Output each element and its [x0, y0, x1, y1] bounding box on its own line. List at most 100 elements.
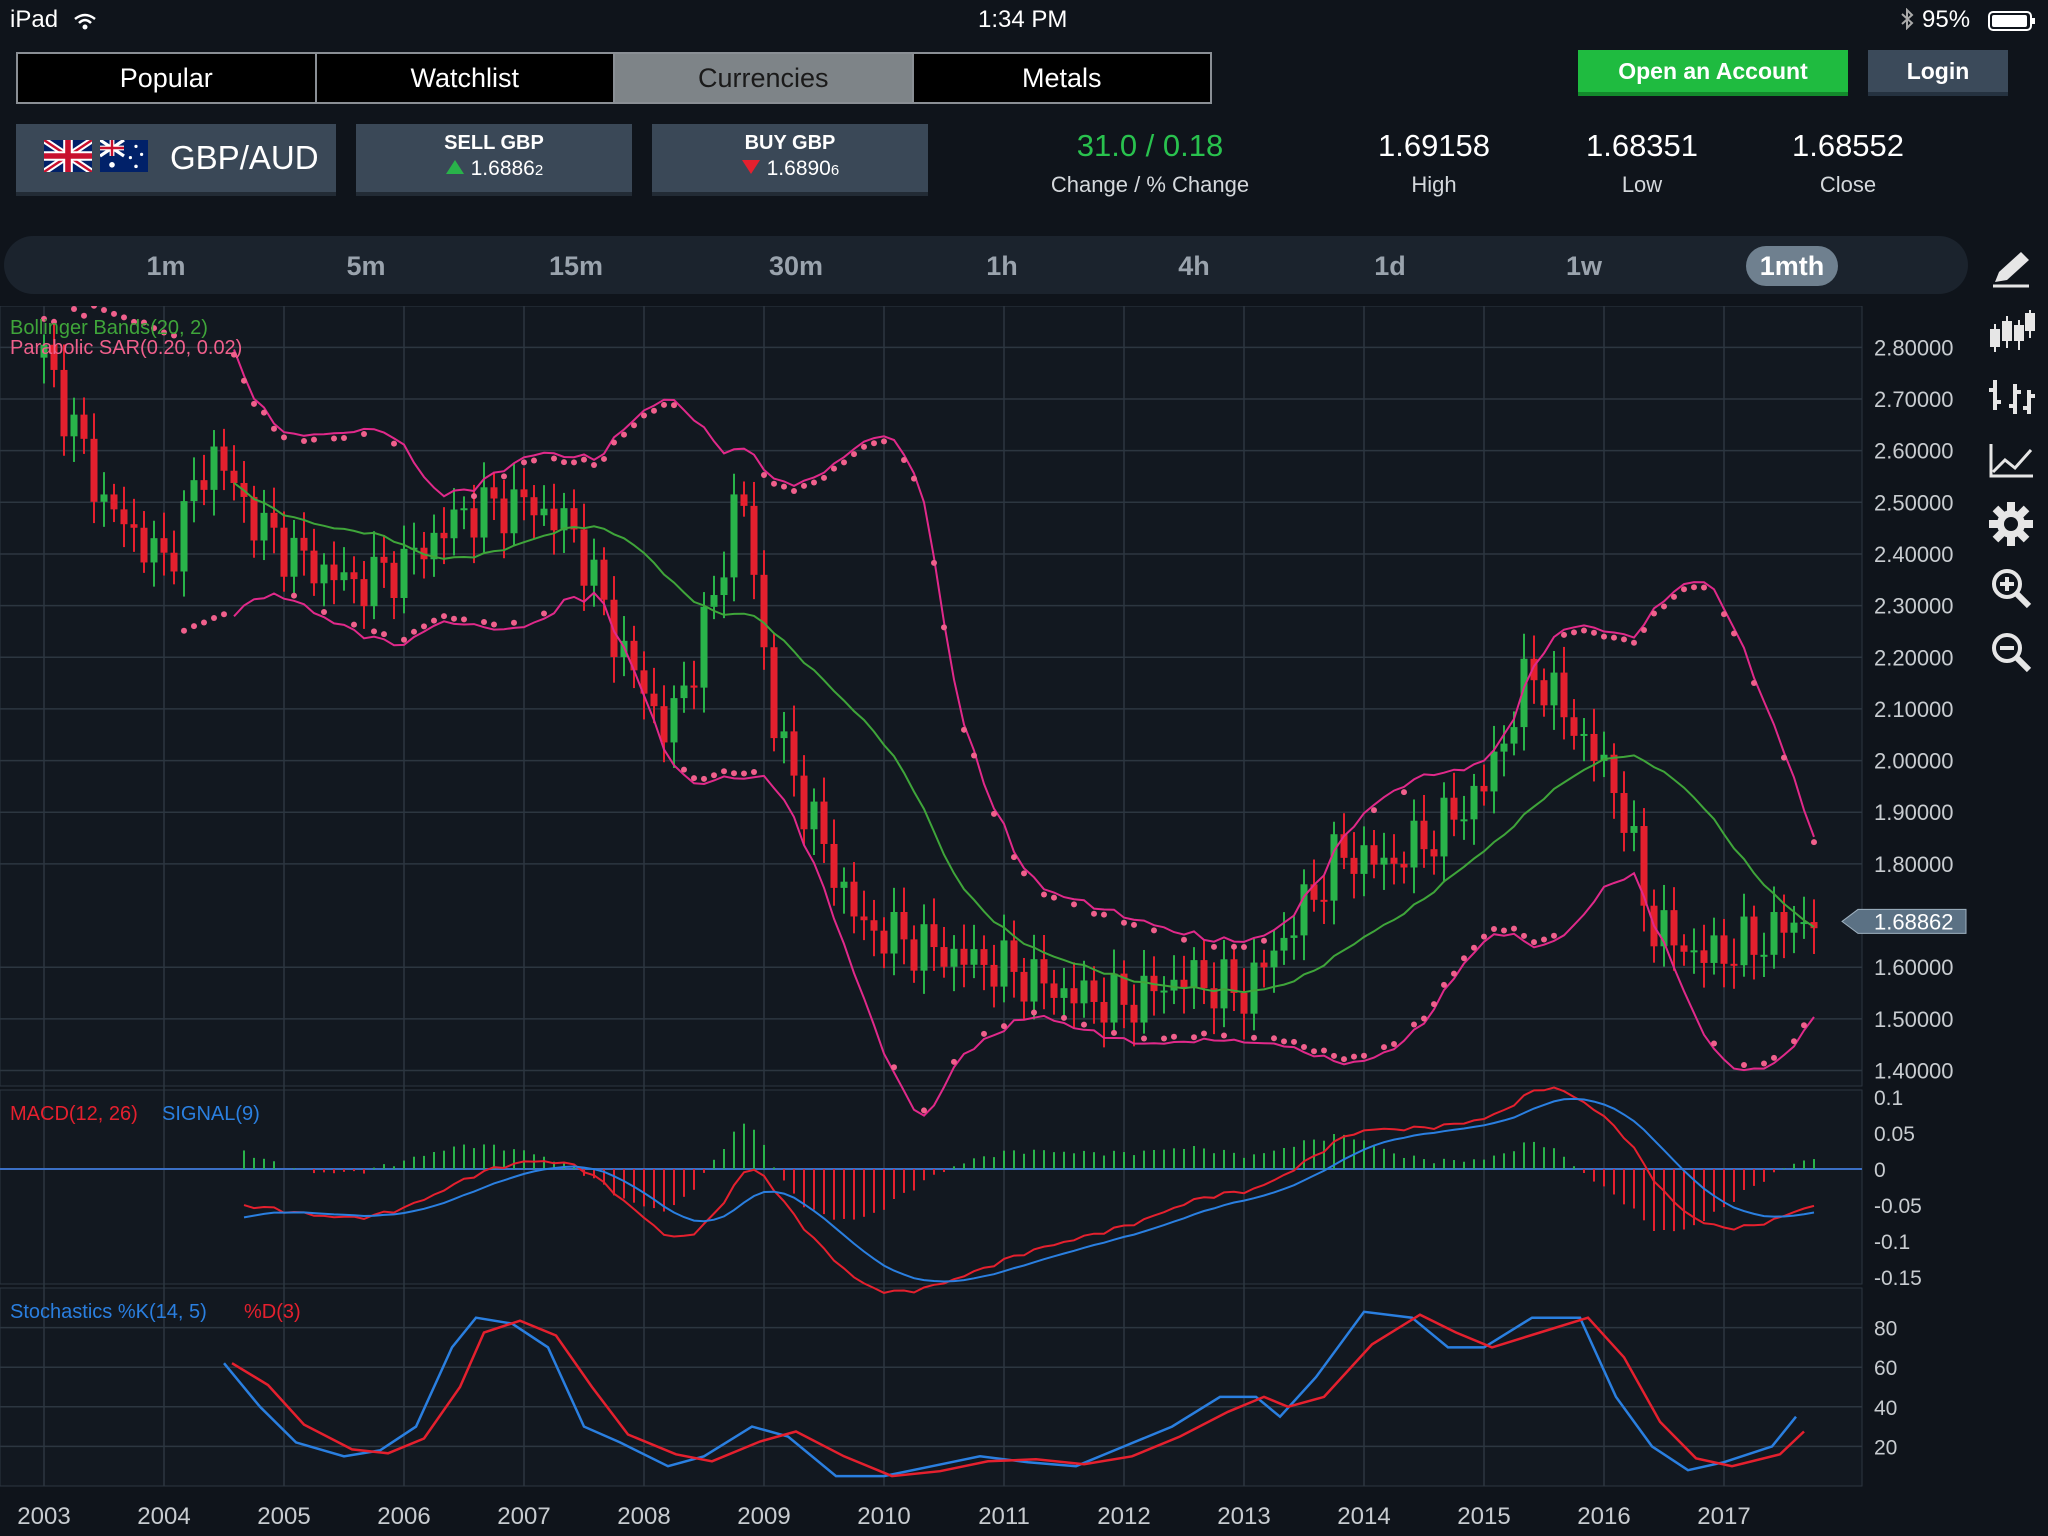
candle-body: [1680, 945, 1688, 952]
candle-body: [1670, 910, 1678, 946]
candle-body: [1100, 1001, 1108, 1023]
sar-dot: [441, 613, 447, 620]
sar-dot: [1291, 1038, 1297, 1045]
candle-body: [970, 949, 978, 965]
candle-body: [1050, 983, 1058, 998]
y-tick-label: 2.80000: [1874, 335, 1954, 360]
buy-label: BUY GBP: [744, 132, 836, 154]
sar-dot: [1301, 1043, 1307, 1050]
price-chart[interactable]: 2003 2004 2005 2006 2007 2008 2009 2010 2011 2012…: [0, 306, 1972, 1536]
down-arrow-icon: [741, 157, 761, 180]
up-arrow-icon: [445, 157, 465, 180]
macd-tick-label: 0.1: [1874, 1087, 1903, 1110]
timeframe-30m[interactable]: 30m: [754, 246, 838, 286]
sar-dot: [1361, 1052, 1367, 1059]
candle-body: [1470, 785, 1478, 820]
sar-dot: [1691, 584, 1697, 591]
x-tick-label: 2017: [1697, 1503, 1750, 1530]
candle-body: [760, 574, 768, 648]
sar-dot: [291, 592, 297, 599]
candle-body: [1550, 672, 1558, 706]
sar-dot: [1221, 1032, 1227, 1039]
instrument-selector[interactable]: GBP/AUD: [16, 124, 336, 192]
sar-dot: [851, 451, 857, 458]
tab-popular[interactable]: Popular: [18, 54, 317, 102]
gb-flag-icon: [42, 136, 94, 177]
candle-body: [670, 698, 678, 743]
sar-dot: [751, 769, 757, 776]
zoom-out-icon[interactable]: [1974, 620, 2048, 684]
sar-dot: [651, 407, 657, 414]
sar-dot: [1111, 1029, 1117, 1036]
candle-body: [880, 930, 888, 954]
sell-button[interactable]: SELL GBP 1.68862: [356, 124, 632, 192]
bar-chart-icon[interactable]: [1974, 364, 2048, 428]
sar-dot: [871, 440, 877, 447]
buy-button[interactable]: BUY GBP 1.68906: [652, 124, 928, 192]
x-tick-label: 2013: [1217, 1503, 1270, 1530]
instrument-pair: GBP/AUD: [170, 139, 319, 176]
zoom-in-icon[interactable]: [1974, 556, 2048, 620]
sar-dot: [1501, 927, 1507, 934]
sar-dot: [761, 472, 767, 479]
candle-body: [1390, 857, 1398, 864]
open-account-button[interactable]: Open an Account: [1578, 50, 1848, 96]
sar-dot: [681, 766, 687, 773]
timeframe-1d[interactable]: 1d: [1354, 246, 1426, 286]
x-tick-label: 2016: [1577, 1503, 1630, 1530]
sar-dot: [941, 624, 947, 631]
legend-stochastics-k: Stochastics %K(14, 5): [10, 1301, 207, 1323]
timeframe-1h[interactable]: 1h: [966, 246, 1038, 286]
tab-watchlist[interactable]: Watchlist: [316, 54, 615, 102]
pencil-icon[interactable]: [1974, 236, 2048, 300]
bluetooth-icon: [1900, 7, 1914, 37]
sar-dot: [1421, 1015, 1427, 1022]
timeframe-1mth[interactable]: 1mth: [1746, 246, 1838, 286]
timeframe-4h[interactable]: 4h: [1158, 246, 1230, 286]
candle-body: [1130, 1004, 1138, 1023]
sar-dot: [1341, 1056, 1347, 1063]
sar-dot: [1091, 910, 1097, 917]
sar-dot: [861, 443, 867, 450]
candle-body: [1640, 826, 1648, 906]
timeframe-5m[interactable]: 5m: [330, 246, 402, 286]
sar-dot: [1041, 891, 1047, 898]
sar-dot: [1561, 631, 1567, 638]
settings-gear-icon[interactable]: [1974, 492, 2048, 556]
sar-dot: [661, 401, 667, 408]
candle-body: [1230, 959, 1238, 993]
candle-body: [1060, 988, 1068, 998]
battery-percent: 95%: [1922, 6, 1971, 33]
candle-body: [730, 494, 738, 578]
sar-dot: [1781, 754, 1787, 761]
sar-dot: [1481, 933, 1487, 940]
timeframe-1m[interactable]: 1m: [130, 246, 202, 286]
sar-dot: [1101, 911, 1107, 918]
line-chart-icon[interactable]: [1974, 428, 2048, 492]
candle-body: [530, 497, 538, 516]
high-stat: 1.69158 High: [1354, 128, 1514, 198]
tab-metals[interactable]: Metals: [913, 54, 1210, 102]
candlestick-icon[interactable]: [1974, 300, 2048, 364]
x-tick-label: 2009: [737, 1503, 790, 1530]
tab-currencies[interactable]: Currencies: [615, 54, 914, 102]
sar-dot: [1191, 1034, 1197, 1041]
sar-dot: [1811, 839, 1817, 846]
sar-dot: [1601, 633, 1607, 640]
y-tick-label: 2.00000: [1874, 749, 1954, 774]
macd-tick-label: -0.1: [1874, 1231, 1910, 1254]
candle-body: [1750, 916, 1758, 955]
timeframe-1w[interactable]: 1w: [1548, 246, 1620, 286]
candle-body: [190, 480, 198, 502]
candle-body: [560, 508, 568, 531]
sar-dot: [891, 1064, 897, 1071]
timeframe-15m[interactable]: 15m: [536, 246, 616, 286]
sar-dot: [181, 627, 187, 634]
candle-body: [1500, 743, 1508, 752]
x-tick-label: 2012: [1097, 1503, 1150, 1530]
candle-body: [1020, 971, 1028, 1002]
close-stat: 1.68552 Close: [1768, 128, 1928, 198]
sar-dot: [321, 609, 327, 616]
candle-body: [1270, 950, 1278, 968]
login-button[interactable]: Login: [1868, 50, 2008, 96]
